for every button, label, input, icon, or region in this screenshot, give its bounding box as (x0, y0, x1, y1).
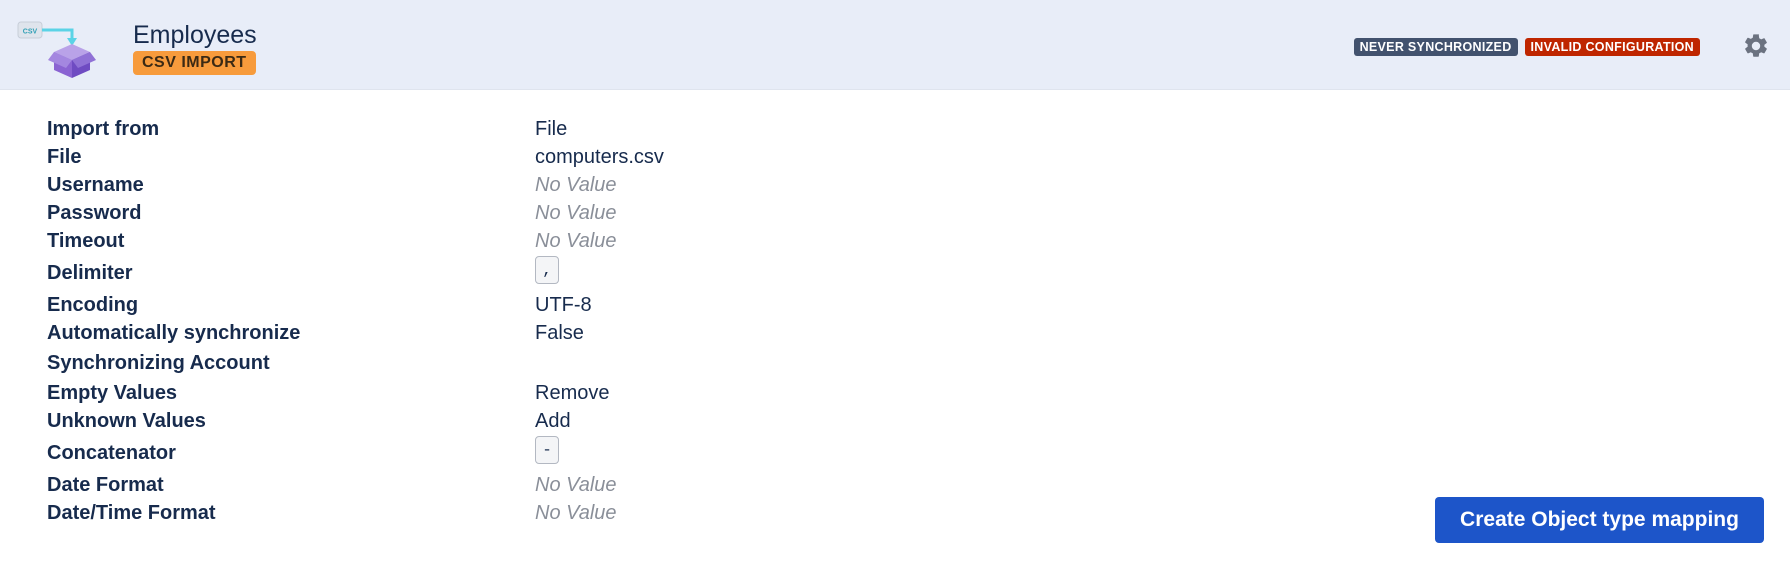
concatenator-label: Concatenator (47, 442, 176, 464)
csv-file-label: CSV (23, 29, 38, 36)
datetime-format-value: No Value (535, 502, 617, 524)
sync-account-label: Synchronizing Account (47, 352, 270, 374)
username-label: Username (47, 174, 144, 196)
timeout-value: No Value (535, 230, 617, 252)
timeout-label: Timeout (47, 230, 125, 252)
gear-icon[interactable] (1742, 32, 1770, 60)
auto-sync-label: Automatically synchronize (47, 322, 301, 344)
date-format-value: No Value (535, 474, 617, 496)
empty-values-label: Empty Values (47, 382, 178, 404)
import-type-badge: CSV IMPORT (133, 51, 256, 75)
status-badges: NEVER SYNCHRONIZED INVALID CONFIGURATION (1353, 38, 1700, 56)
invalid-configuration-badge: INVALID CONFIGURATION (1524, 38, 1700, 56)
csv-import-box-icon: CSV (17, 21, 96, 78)
import-header: CSV Employees CSV IMPORT NEVER SYNCHRONI… (0, 0, 1790, 90)
encoding-value: UTF-8 (535, 294, 592, 316)
password-label: Password (47, 202, 142, 224)
encoding-label: Encoding (47, 294, 139, 316)
date-format-label: Date Format (47, 474, 164, 496)
import-from-value: File (535, 118, 568, 140)
datetime-format-label: Date/Time Format (47, 502, 216, 524)
concatenator-chip: - (535, 436, 559, 464)
concatenator-value: - (535, 435, 559, 464)
delimiter-label: Delimiter (47, 262, 133, 284)
username-value: No Value (535, 174, 617, 196)
delimiter-value: , (535, 255, 559, 284)
delimiter-chip: , (535, 256, 559, 284)
empty-values-value: Remove (535, 382, 610, 404)
page-title: Employees (133, 21, 257, 49)
never-synchronized-badge: NEVER SYNCHRONIZED (1353, 38, 1518, 56)
unknown-values-value: Add (535, 410, 571, 432)
import-from-label: Import from (47, 118, 160, 140)
file-value: computers.csv (535, 146, 664, 168)
unknown-values-label: Unknown Values (47, 410, 206, 432)
password-value: No Value (535, 202, 617, 224)
file-label: File (47, 146, 82, 168)
auto-sync-value: False (535, 322, 584, 344)
create-object-type-mapping-button[interactable]: Create Object type mapping (1435, 497, 1764, 543)
